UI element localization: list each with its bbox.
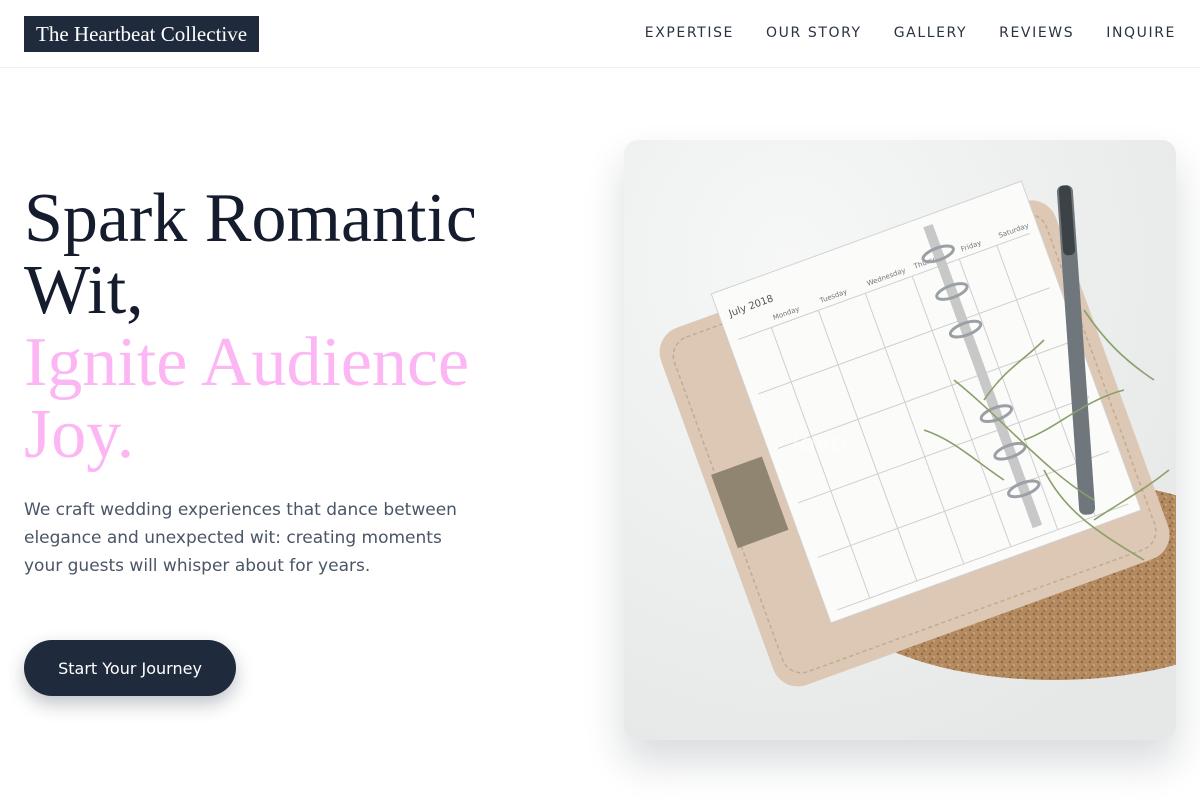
nav-link-our-story[interactable]: OUR STORY: [766, 25, 862, 41]
start-journey-button[interactable]: Start Your Journey: [24, 640, 236, 696]
planner-illustration: July 2018 Monday Tuesday Wednesday Thurs…: [624, 140, 1176, 740]
nav-link-expertise[interactable]: EXPERTISE: [645, 25, 734, 41]
hero-photo: July 2018 Monday Tuesday Wednesday Thurs…: [624, 140, 1176, 740]
site-header: The Heartbeat Collective EXPERTISE OUR S…: [0, 0, 1200, 68]
hero-description: We craft wedding experiences that dance …: [24, 500, 457, 576]
hero-title-line-1: Spark Romantic: [24, 180, 477, 257]
nav-link-gallery[interactable]: GALLERY: [894, 25, 967, 41]
hero-title-line-3: Ignite Audience: [24, 324, 470, 401]
hero-title: Spark Romantic Wit, Ignite Audience Joy.: [24, 183, 584, 471]
nav-link-inquire[interactable]: INQUIRE: [1106, 25, 1176, 41]
hero-title-line-4: Joy.: [24, 396, 135, 473]
nav-link-reviews[interactable]: REVIEWS: [999, 25, 1074, 41]
hero-title-line-2: Wit,: [24, 252, 144, 329]
brand-logo[interactable]: The Heartbeat Collective: [24, 16, 260, 52]
main-nav: EXPERTISE OUR STORY GALLERY REVIEWS INQU…: [645, 22, 1176, 44]
photo-watermark: love: [792, 429, 847, 459]
